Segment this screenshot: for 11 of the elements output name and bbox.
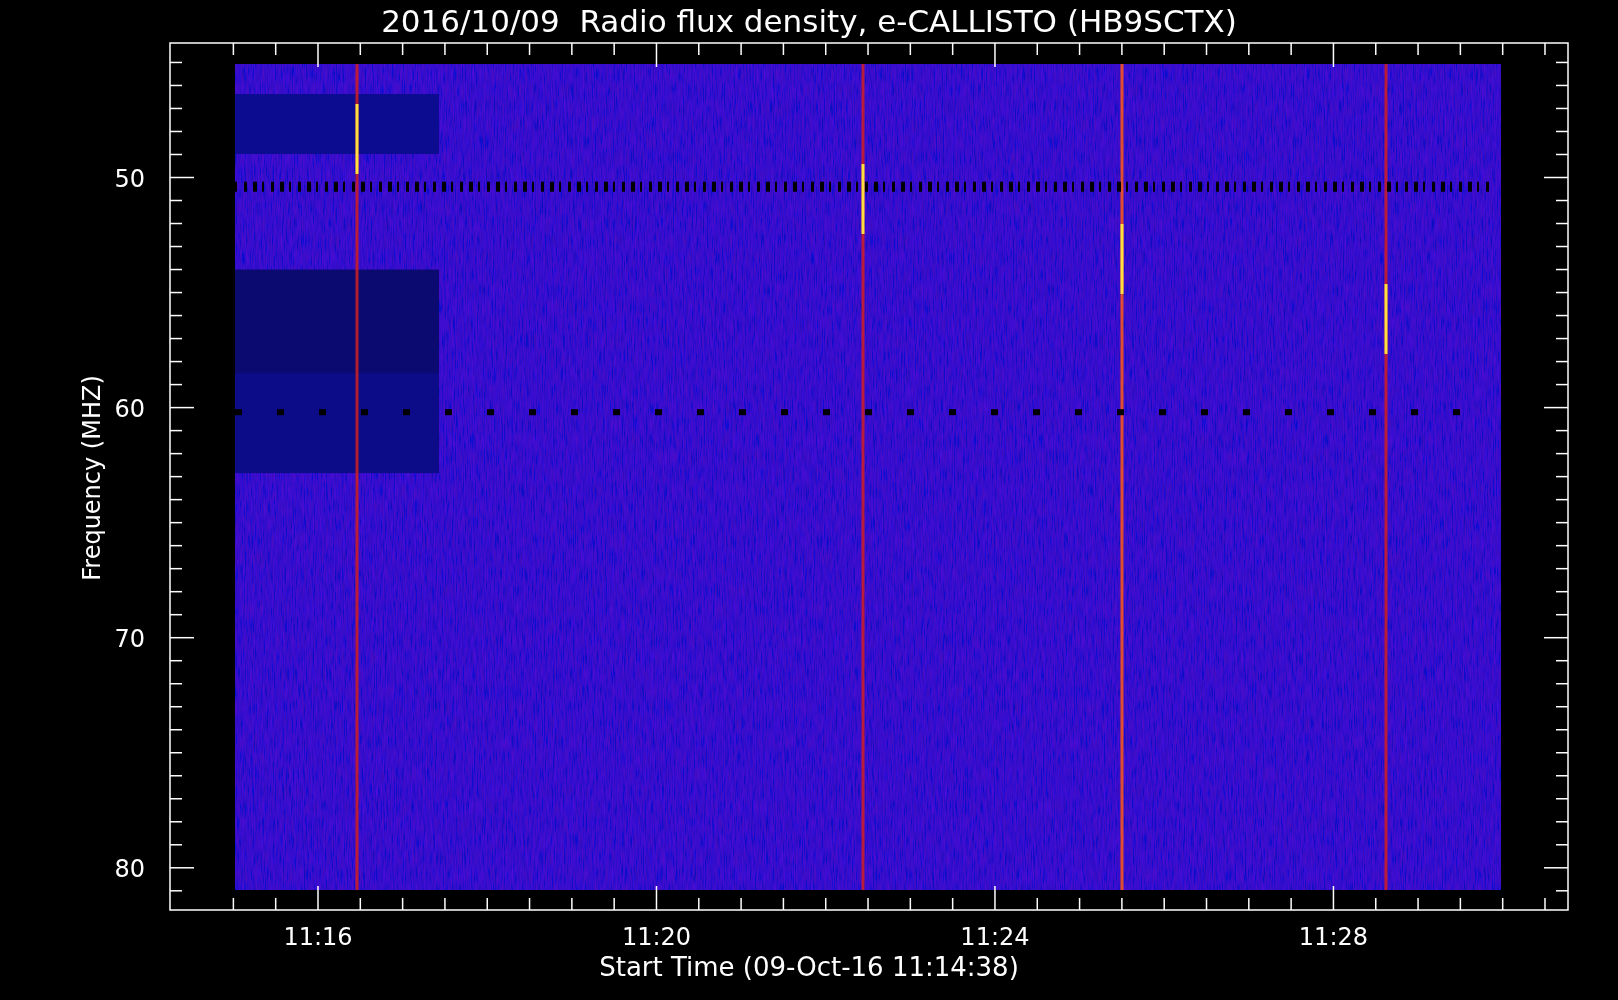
x-tick-label: 11:28 <box>1298 923 1369 951</box>
x-axis-label: Start Time (09-Oct-16 11:14:38) <box>599 952 1019 982</box>
x-tick-label: 11:20 <box>621 923 692 951</box>
y-axis-label: Frequency (MHZ) <box>78 375 106 581</box>
chart-title: 2016/10/09 Radio flux density, e-CALLISTO (HB9SCTX) <box>381 3 1237 39</box>
y-tick-label: 80 <box>114 854 145 883</box>
x-tick-label: 11:24 <box>960 923 1030 951</box>
y-tick-label: 50 <box>114 164 145 193</box>
x-tick-label: 11:16 <box>283 923 353 951</box>
y-tick-label: 70 <box>114 624 145 653</box>
y-tick-label: 60 <box>114 394 145 423</box>
